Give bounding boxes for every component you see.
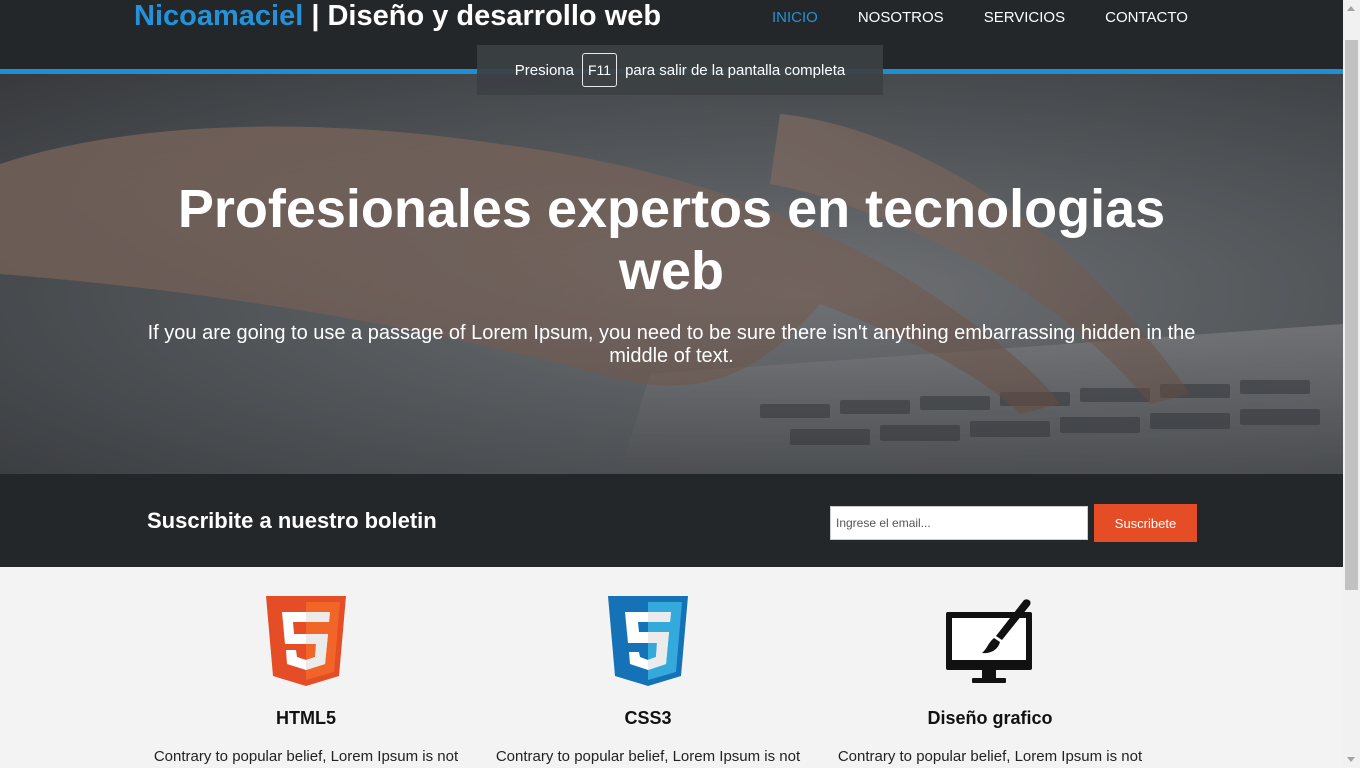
newsletter-email-input[interactable] bbox=[830, 506, 1088, 540]
html5-icon bbox=[266, 596, 346, 691]
nav-item-servicios[interactable]: SERVICIOS bbox=[984, 8, 1065, 28]
nav-item-contacto[interactable]: CONTACTO bbox=[1105, 8, 1188, 28]
scrollbar-thumb[interactable] bbox=[1345, 40, 1358, 590]
hero-title: Profesionales expertos en tecnologias we… bbox=[177, 179, 1166, 301]
newsletter-section: Suscribite a nuestro boletin Suscribete bbox=[0, 474, 1343, 567]
toast-text-after: para salir de la pantalla completa bbox=[625, 61, 846, 79]
monitor-brush-icon bbox=[944, 598, 1036, 691]
service-title: HTML5 bbox=[276, 708, 336, 728]
hero-subtitle: If you are going to use a passage of Lor… bbox=[147, 322, 1196, 367]
hero-section: Profesionales expertos en tecnologias we… bbox=[0, 74, 1343, 474]
page: Nicoamaciel | Diseño y desarrollo web IN… bbox=[0, 0, 1343, 768]
scroll-up-arrow-icon[interactable] bbox=[1347, 6, 1355, 11]
nav-item-inicio[interactable]: INICIO bbox=[772, 8, 818, 28]
fullscreen-toast: Presiona F11 para salir de la pantalla c… bbox=[477, 45, 883, 95]
service-text: Contrary to popular belief, Lorem Ipsum … bbox=[153, 748, 459, 765]
nav-item-nosotros[interactable]: NOSOTROS bbox=[858, 8, 944, 28]
toast-text-before: Presiona bbox=[514, 61, 574, 79]
main-nav: INICIO NOSOTROS SERVICIOS CONTACTO bbox=[772, 8, 1228, 28]
scroll-down-arrow-icon[interactable] bbox=[1347, 757, 1355, 762]
service-title: CSS3 bbox=[624, 708, 672, 728]
toast-key: F11 bbox=[581, 53, 618, 87]
service-text: Contrary to popular belief, Lorem Ipsum … bbox=[495, 748, 801, 765]
brand-tagline: | Diseño y desarrollo web bbox=[303, 0, 662, 32]
page-scrollbar[interactable] bbox=[1343, 0, 1360, 768]
newsletter-title: Suscribite a nuestro boletin bbox=[147, 508, 437, 533]
brand-name: Nicoamaciel bbox=[134, 0, 304, 32]
brand-logo[interactable]: Nicoamaciel | Diseño y desarrollo web bbox=[134, 0, 661, 34]
subscribe-button[interactable]: Suscribete bbox=[1094, 504, 1197, 542]
service-text: Contrary to popular belief, Lorem Ipsum … bbox=[837, 748, 1143, 765]
css3-icon bbox=[608, 596, 688, 691]
services-section: HTML5 Contrary to popular belief, Lorem … bbox=[0, 567, 1343, 768]
service-title: Diseño grafico bbox=[927, 708, 1053, 728]
